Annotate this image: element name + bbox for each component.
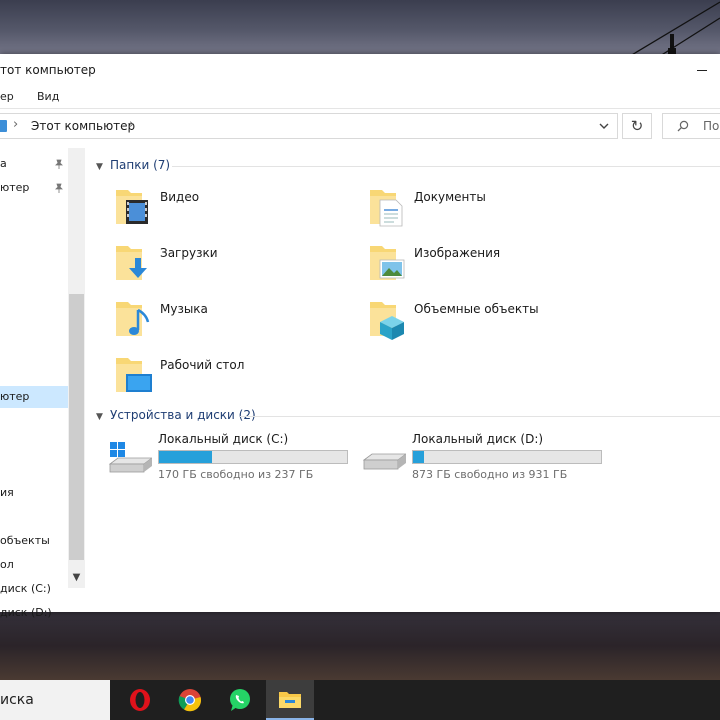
folder-label: Документы bbox=[414, 190, 486, 204]
title-bar[interactable]: тот компьютер bbox=[0, 54, 720, 86]
taskbar-file-explorer[interactable] bbox=[266, 680, 314, 720]
section-divider bbox=[172, 166, 720, 167]
taskbar-search-box[interactable]: иска bbox=[0, 680, 110, 720]
search-placeholder: По bbox=[703, 119, 720, 133]
folder-music[interactable]: Музыка bbox=[114, 296, 354, 342]
taskbar-search-text: иска bbox=[0, 692, 34, 708]
section-divider bbox=[240, 416, 720, 417]
drives-section-header[interactable]: ▼ Устройства и диски (2) bbox=[96, 408, 256, 426]
folder-label: Загрузки bbox=[160, 246, 218, 260]
taskbar-whatsapp[interactable] bbox=[216, 680, 264, 720]
pin-icon[interactable] bbox=[54, 159, 64, 169]
folders-section-header[interactable]: ▼ Папки (7) bbox=[96, 158, 170, 176]
pin-icon[interactable] bbox=[54, 183, 64, 193]
folder-label: Объемные объекты bbox=[414, 302, 539, 316]
nav-item-pictures[interactable]: ия bbox=[0, 482, 68, 504]
nav-item-3d-objects[interactable]: объекты bbox=[0, 530, 68, 552]
folder-desktop[interactable]: Рабочий стол bbox=[114, 352, 354, 398]
ribbon-tab-share[interactable]: ер bbox=[0, 90, 14, 103]
drive-c[interactable]: Локальный диск (C:) 170 ГБ свободно из 2… bbox=[108, 432, 358, 481]
chrome-icon bbox=[178, 689, 202, 712]
search-icon bbox=[677, 120, 689, 132]
folder-video[interactable]: Видео bbox=[114, 184, 354, 230]
desktop-wallpaper-top bbox=[0, 0, 720, 56]
nav-item-disk-c[interactable]: диск (C:) bbox=[0, 578, 68, 600]
scroll-down-icon[interactable]: ▼ bbox=[68, 572, 85, 588]
folder-downloads[interactable]: Загрузки bbox=[114, 240, 354, 286]
folder-label: Видео bbox=[160, 190, 200, 204]
documents-folder-icon bbox=[370, 190, 403, 227]
folder-documents[interactable]: Документы bbox=[368, 184, 608, 230]
video-folder-icon bbox=[116, 190, 148, 224]
navigation-pane: а ютер ютер ия объекты ол диск (C:) диск… bbox=[0, 148, 86, 619]
folder-pictures[interactable]: Изображения bbox=[368, 240, 608, 286]
drive-name: Локальный диск (C:) bbox=[158, 432, 289, 446]
computer-icon bbox=[0, 120, 7, 132]
drive-free-space: 170 ГБ свободно из 237 ГБ bbox=[158, 468, 314, 481]
breadcrumb-separator-icon[interactable]: › bbox=[13, 117, 18, 132]
drive-usage-fill bbox=[413, 451, 425, 463]
taskbar-opera[interactable] bbox=[116, 680, 164, 720]
file-explorer-icon bbox=[279, 692, 301, 708]
address-row: › Этот компьютер › bbox=[0, 108, 720, 148]
drive-name: Локальный диск (D:) bbox=[412, 432, 544, 446]
chevron-down-icon[interactable]: ▼ bbox=[96, 162, 106, 172]
drive-free-space: 873 ГБ свободно из 931 ГБ bbox=[412, 468, 568, 481]
folder-label: Изображения bbox=[414, 246, 501, 260]
whatsapp-icon bbox=[230, 689, 250, 711]
refresh-button[interactable]: ↻ bbox=[622, 113, 652, 139]
breadcrumb-this-pc[interactable]: Этот компьютер bbox=[31, 119, 135, 133]
windows-drive-icon bbox=[108, 442, 152, 473]
search-input[interactable]: По bbox=[662, 113, 720, 139]
folder-label: Рабочий стол bbox=[160, 358, 245, 372]
3d-objects-folder-icon bbox=[370, 302, 404, 340]
content-pane: ▼ Папки (7) Видео Документы Загрузки Изо… bbox=[88, 148, 720, 608]
nav-item-desktop[interactable]: ол bbox=[0, 554, 68, 576]
folder-3d-objects[interactable]: Объемные объекты bbox=[368, 296, 608, 342]
downloads-folder-icon bbox=[116, 246, 147, 280]
chevron-down-icon[interactable]: ▼ bbox=[96, 412, 106, 422]
breadcrumb-separator-icon[interactable]: › bbox=[129, 117, 134, 132]
minimize-button[interactable] bbox=[690, 58, 714, 82]
opera-icon bbox=[130, 689, 150, 711]
drive-usage-bar bbox=[412, 450, 602, 464]
taskbar: иска bbox=[0, 680, 720, 720]
ribbon-tabs: ер Вид bbox=[0, 86, 720, 109]
nav-item-disk-d[interactable]: диск (D:) bbox=[0, 602, 68, 624]
pictures-folder-icon bbox=[370, 246, 405, 280]
drive-usage-bar bbox=[158, 450, 348, 464]
hard-drive-icon bbox=[362, 453, 406, 470]
drive-usage-fill bbox=[159, 451, 212, 463]
explorer-window: тот компьютер ер Вид › Этот компьютер › … bbox=[0, 54, 720, 619]
nav-item-this-pc[interactable]: ютер bbox=[0, 386, 68, 408]
chevron-down-icon[interactable] bbox=[597, 120, 611, 132]
power-line-wires bbox=[629, 1, 720, 56]
folder-label: Музыка bbox=[160, 302, 208, 316]
drive-d[interactable]: Локальный диск (D:) 873 ГБ свободно из 9… bbox=[362, 432, 612, 481]
desktop-folder-icon bbox=[116, 358, 152, 392]
desktop-wallpaper-bottom bbox=[0, 612, 720, 680]
address-bar[interactable]: › Этот компьютер › bbox=[0, 113, 618, 139]
taskbar-chrome[interactable] bbox=[166, 680, 214, 720]
ribbon-tab-view[interactable]: Вид bbox=[37, 90, 59, 103]
window-title: тот компьютер bbox=[0, 63, 96, 77]
nav-scroll-thumb[interactable] bbox=[69, 294, 84, 560]
music-folder-icon bbox=[116, 302, 150, 336]
